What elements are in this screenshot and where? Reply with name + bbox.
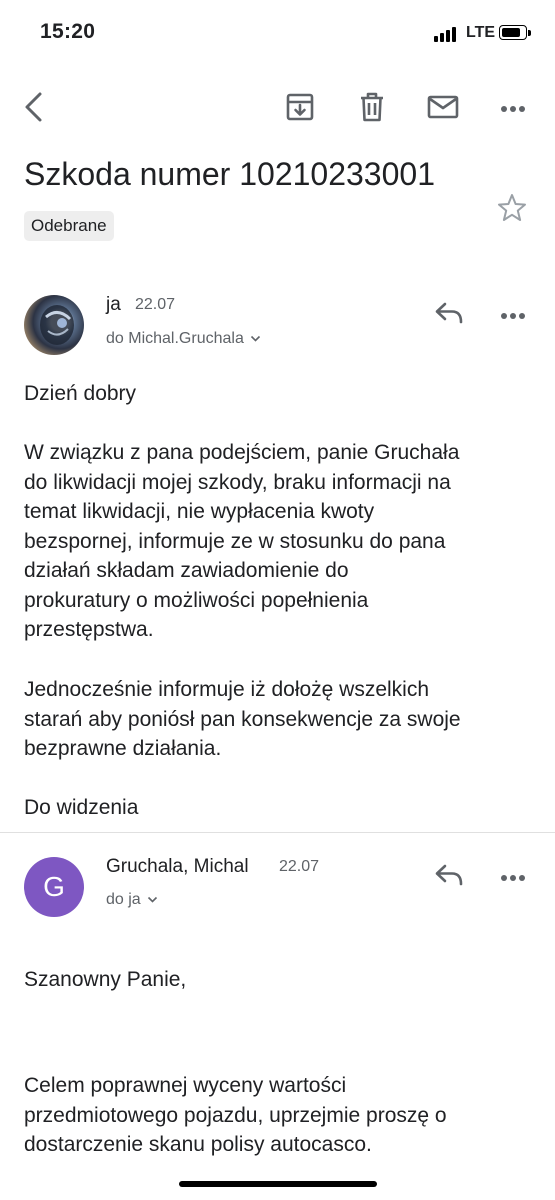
message-paragraph: Celem poprawnej wyceny wartości przedmio… — [24, 1071, 536, 1160]
body-line: prokuratury o możliwości popełnienia — [24, 588, 369, 612]
message-greeting: Szanowny Panie, — [24, 965, 536, 995]
message-date: 22.07 — [279, 858, 320, 875]
signal-strength-icon — [434, 26, 460, 42]
body-line: dostarczenie skanu polisy autocasco. — [24, 1133, 372, 1156]
chevron-down-icon — [250, 330, 261, 348]
sender-avatar[interactable] — [24, 295, 84, 355]
message-more-icon[interactable] — [500, 870, 526, 881]
body-line: przestępstwa. — [24, 618, 154, 641]
body-line: przedmiotowego pojazdu, uprzejmie proszę… — [24, 1103, 447, 1127]
recipient-text: do ja — [106, 891, 141, 908]
home-indicator[interactable] — [179, 1181, 377, 1187]
chevron-down-icon — [147, 891, 158, 909]
body-line: bezspornej, informuje ze w stosunku do p… — [24, 529, 446, 553]
inbox-label-chip[interactable]: Odebrane — [24, 211, 114, 241]
reply-icon[interactable] — [434, 302, 464, 324]
mark-unread-icon[interactable] — [427, 95, 459, 119]
body-line: starań aby poniósł pan konsekwencje za s… — [24, 707, 461, 731]
message-sender: Gruchala, Michal — [106, 856, 249, 877]
body-line: do likwidacji mojej szkody, braku inform… — [24, 470, 451, 494]
body-line: W związku z pana podejściem, panie Gruch… — [24, 441, 460, 464]
message-more-icon[interactable] — [500, 308, 526, 319]
battery-level — [502, 28, 520, 37]
network-type: LTE — [466, 24, 496, 41]
status-time: 15:20 — [40, 20, 96, 43]
body-line: działań składam zawiadomienie do — [24, 559, 349, 582]
sender-avatar[interactable]: G — [24, 857, 84, 917]
body-line: Do widzenia — [24, 796, 139, 819]
battery-icon — [499, 25, 527, 40]
email-subject: Szkoda numer 10210233001 — [24, 156, 435, 192]
message-sender: ja — [106, 294, 121, 315]
message-paragraph: W związku z pana podejściem, panie Gruch… — [24, 438, 536, 645]
message-paragraph: Jednocześnie informuje iż dołożę wszelki… — [24, 675, 536, 764]
body-line: bezprawne działania. — [24, 737, 222, 760]
back-arrow-icon[interactable] — [20, 90, 48, 124]
recipient-details-toggle[interactable]: do ja — [106, 891, 158, 909]
message-divider — [0, 832, 555, 833]
message-date: 22.07 — [135, 296, 176, 313]
delete-icon[interactable] — [358, 91, 386, 123]
recipient-text: do Michal.Gruchala — [106, 330, 244, 347]
body-line: temat likwidacji, nie wypłacenia kwoty — [24, 500, 375, 523]
message-greeting: Dzień dobry — [24, 379, 536, 409]
body-line: Szanowny Panie, — [24, 968, 187, 991]
archive-icon[interactable] — [285, 92, 315, 122]
more-icon[interactable] — [500, 101, 526, 112]
body-line: Dzień dobry — [24, 382, 137, 405]
body-line: Celem poprawnej wyceny wartości — [24, 1074, 347, 1097]
reply-icon[interactable] — [434, 864, 464, 886]
star-icon[interactable] — [496, 192, 528, 224]
body-line: Jednocześnie informuje iż dołożę wszelki… — [24, 678, 430, 701]
battery-tip — [528, 30, 531, 36]
recipient-details-toggle[interactable]: do Michal.Gruchala — [106, 330, 261, 348]
message-signoff: Do widzenia — [24, 793, 536, 823]
